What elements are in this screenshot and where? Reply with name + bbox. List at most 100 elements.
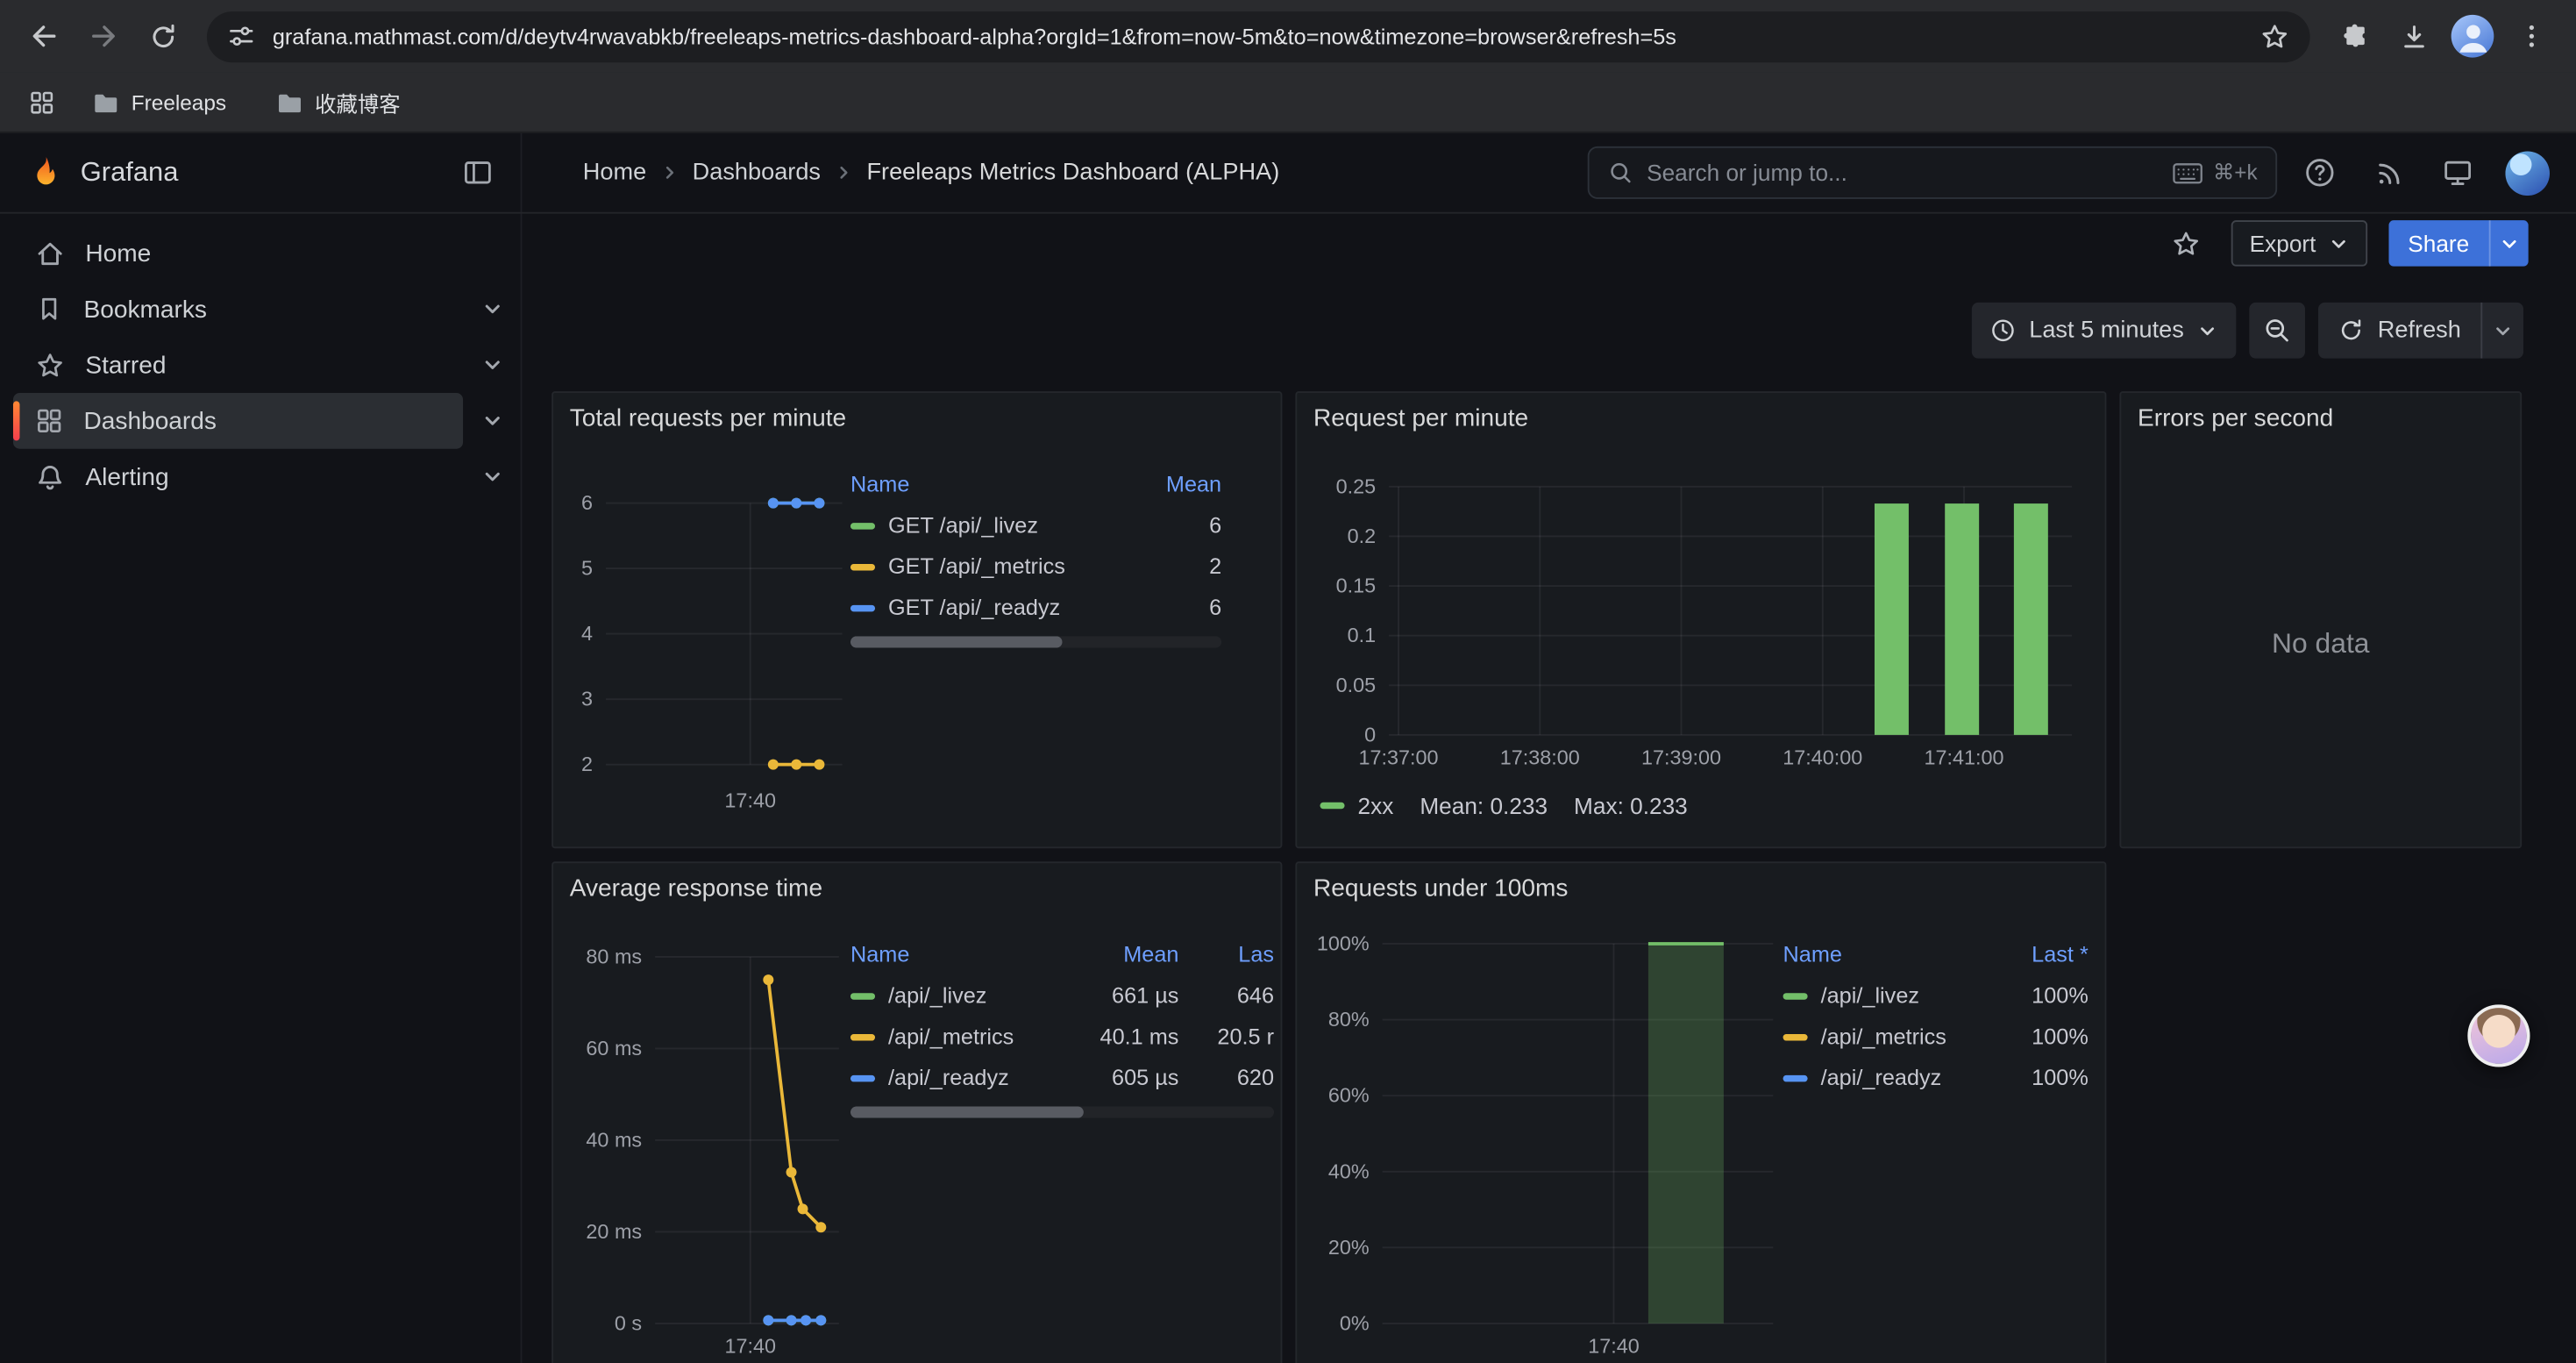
series-color-indicator[interactable] [850,1033,875,1039]
site-settings-icon[interactable] [226,21,256,51]
sidebar-link-dashboards[interactable]: Dashboards [13,393,463,449]
svg-text:0%: 0% [1340,1311,1370,1334]
series-color-indicator[interactable] [1783,992,1808,998]
time-range-picker[interactable]: Last 5 minutes [1972,303,2237,359]
bell-icon [34,461,66,493]
breadcrumb-separator-icon [659,163,679,182]
expand-chevron-icon[interactable] [463,449,521,505]
timeseries-chart[interactable]: 80 ms60 ms40 ms20 ms0 s17:40 [563,932,849,1363]
refresh-interval-chevron[interactable] [2480,303,2523,359]
svg-text:6: 6 [581,491,593,514]
svg-text:17:37:00: 17:37:00 [1359,746,1439,769]
user-avatar[interactable] [2501,146,2553,199]
svg-text:4: 4 [581,622,593,645]
back-button[interactable] [17,8,73,64]
legend-column-header[interactable]: Name [1783,941,1981,966]
panel-title[interactable]: Average response time [570,874,822,903]
grafana-logo[interactable] [26,153,64,191]
series-color-indicator[interactable] [850,1074,875,1081]
panel-title[interactable]: Requests under 100ms [1313,874,1568,903]
extensions-icon[interactable] [2326,8,2382,64]
sidebar-link-starred[interactable]: Starred [13,337,463,393]
refresh-button[interactable]: Refresh [2318,303,2480,359]
bookmark-item[interactable]: 收藏博客 [262,80,413,125]
breadcrumb-item-freeleaps-metrics-dashboard-alpha-[interactable]: Freeleaps Metrics Dashboard (ALPHA) [866,160,1279,186]
browser-menu-icon[interactable] [2504,8,2560,64]
sidebar-link-alerting[interactable]: Alerting [13,449,463,505]
zoom-out-button[interactable] [2250,303,2306,359]
legend-table: NameLast */api/_livez100%/api/_metrics10… [1783,932,2089,1098]
series-color-indicator[interactable] [850,992,875,998]
expand-chevron-icon[interactable] [463,337,521,393]
forward-button[interactable] [75,8,132,64]
dock-menu-icon[interactable] [452,146,504,199]
reload-button[interactable] [135,8,191,64]
expand-chevron-icon[interactable] [463,393,521,449]
series-name[interactable]: /api/_readyz [888,1066,1009,1090]
brand-name[interactable]: Grafana [81,157,435,189]
export-button[interactable]: Export [2231,220,2366,266]
chevron-down-icon [2499,232,2520,253]
share-button[interactable]: Share [2388,220,2489,266]
panel-title[interactable]: Total requests per minute [570,404,846,432]
profile-avatar[interactable] [2444,8,2501,64]
bookmark-item[interactable]: Freeleaps [79,83,239,121]
sidebar-link-home[interactable]: Home [13,225,463,282]
series-color-indicator[interactable] [1783,1033,1808,1039]
timeseries-chart[interactable]: 6543217:40 [563,462,849,844]
sidebar-item-alerting: Alerting [0,449,521,505]
series-color-indicator[interactable] [1783,1074,1808,1081]
url-text: grafana.mathmast.com/d/deytv4rwavabkb/fr… [273,24,2259,48]
series-name[interactable]: /api/_metrics [888,1024,1014,1049]
series-name[interactable]: GET /api/_livez [888,513,1038,538]
series-color-indicator[interactable] [850,522,875,528]
bar-chart[interactable]: 100%80%60%40%20%0%17:40 [1310,929,1790,1363]
panel-title[interactable]: Errors per second [2138,404,2333,432]
series-name[interactable]: /api/_livez [888,983,986,1008]
downloads-icon[interactable] [2386,8,2442,64]
legend-column-header[interactable]: Name [850,471,1114,496]
topnav-right: Home Dashboards Freeleaps Metrics Dashboar… [522,133,2575,212]
news-rss-icon[interactable] [2363,146,2416,199]
series-name[interactable]: GET /api/_metrics [888,554,1065,579]
legend-scrollbar[interactable] [850,636,1221,647]
legend-column-header[interactable]: Name [850,941,1061,966]
chevron-down-icon [2492,320,2513,341]
legend-value: 646 [1195,983,1274,1008]
panel-title[interactable]: Request per minute [1313,404,1528,432]
breadcrumb-item-home[interactable]: Home [583,160,646,186]
url-bar[interactable]: grafana.mathmast.com/d/deytv4rwavabkb/fr… [207,11,2310,61]
series-color-indicator[interactable] [1320,803,1344,809]
kiosk-monitor-icon[interactable] [2431,146,2484,199]
share-dropdown-chevron[interactable] [2489,220,2529,266]
floating-assistant-avatar[interactable] [2467,1004,2530,1067]
svg-text:80%: 80% [1328,1008,1370,1031]
series-name[interactable]: 2xx [1358,793,1394,819]
search-input[interactable] [1647,160,2159,186]
sidebar-menu: HomeBookmarksStarred Dashboards Alerting [0,214,522,1363]
series-name[interactable]: GET /api/_readyz [888,596,1060,620]
sidebar-item-label: Dashboards [83,407,216,435]
svg-text:60%: 60% [1328,1084,1370,1107]
legend-column-header[interactable]: Mean [1077,941,1178,966]
apps-grid-icon[interactable] [19,75,62,128]
svg-text:0.25: 0.25 [1336,475,1377,497]
bookmark-star-icon[interactable] [2259,20,2291,52]
series-color-indicator[interactable] [850,604,875,610]
legend-column-header[interactable]: Las [1195,941,1274,966]
series-color-indicator[interactable] [850,563,875,569]
bar-chart[interactable]: 0.250.20.150.10.05017:37:0017:38:0017:39… [1310,459,2095,788]
search-box[interactable]: ⌘+k [1588,146,2277,199]
sidebar-link-bookmarks[interactable]: Bookmarks [13,282,463,338]
series-name[interactable]: /api/_livez [1821,983,1919,1008]
breadcrumb-item-dashboards[interactable]: Dashboards [693,160,821,186]
legend-scrollbar[interactable] [850,1107,1274,1118]
favorite-star-icon[interactable] [2161,218,2210,268]
legend-column-header[interactable]: Mean [1129,471,1221,496]
help-icon[interactable] [2294,146,2346,199]
legend-column-header[interactable]: Last * [1996,941,2089,966]
series-name[interactable]: /api/_metrics [1821,1024,1946,1049]
svg-text:100%: 100% [1317,931,1370,954]
series-name[interactable]: /api/_readyz [1821,1066,1942,1090]
expand-chevron-icon[interactable] [463,282,521,338]
